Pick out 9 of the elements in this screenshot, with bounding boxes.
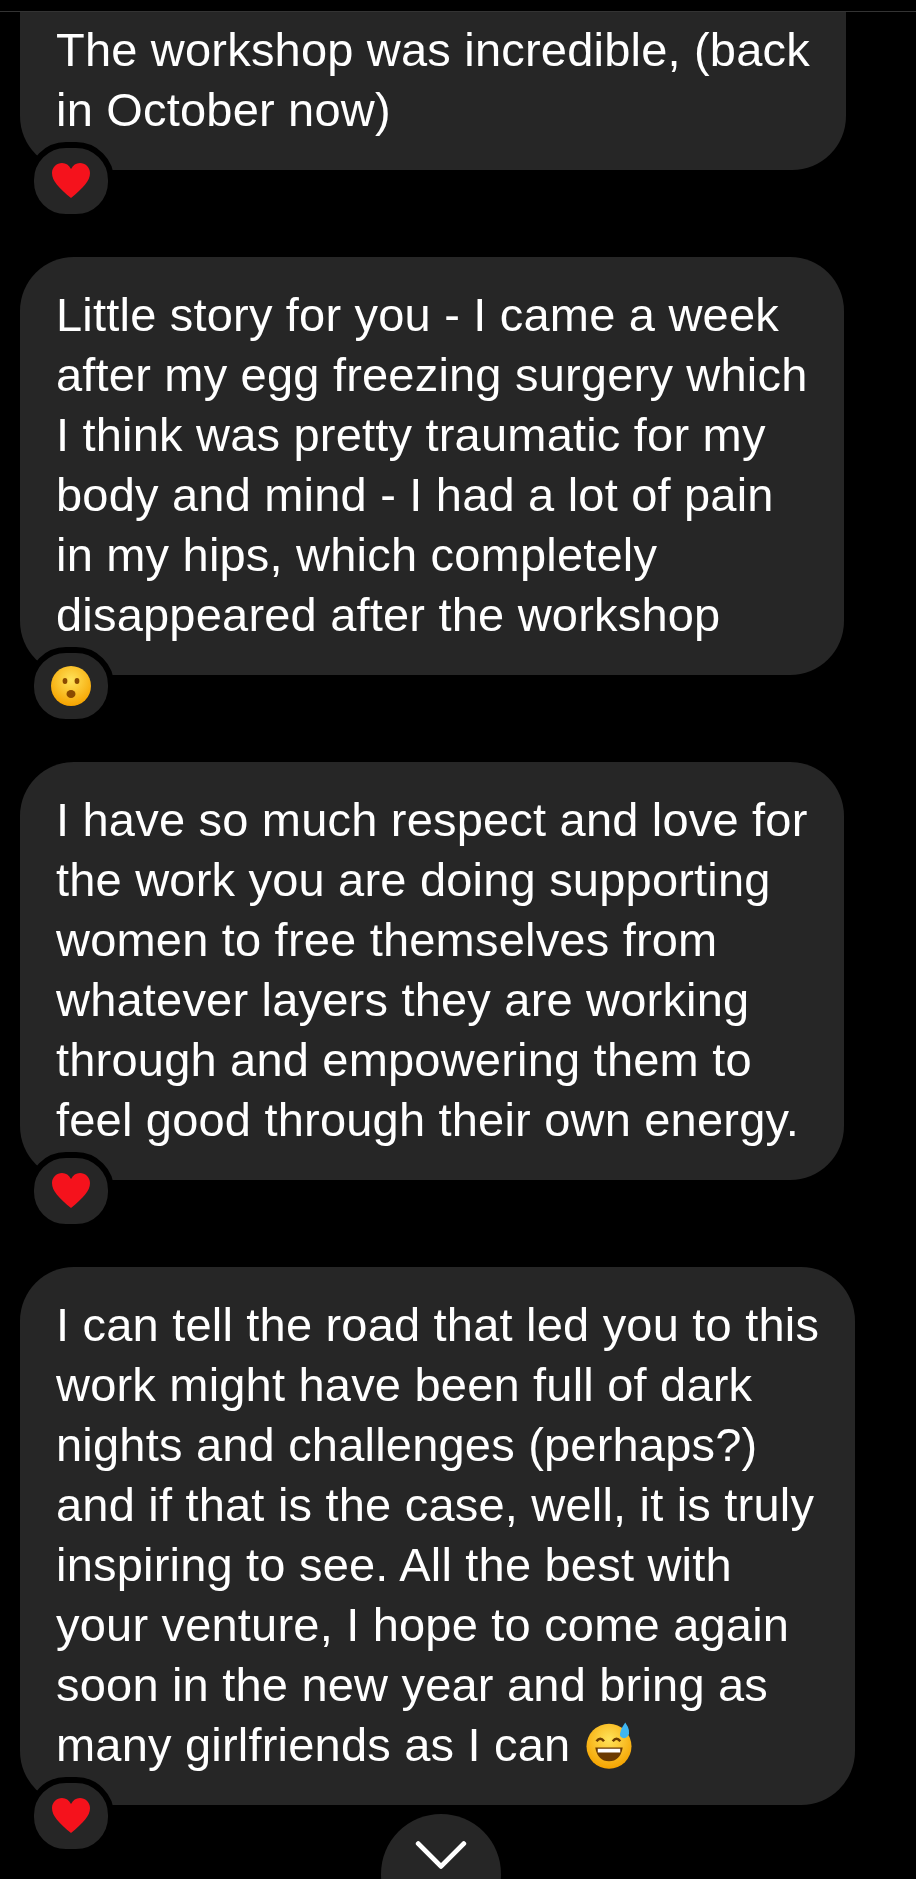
message-text: I have so much respect and love for the work you are doing supporting women to free themselves from whatever layers they are working through and empowering them to feel good through their own energy. <box>56 792 808 1148</box>
chevron-down-icon <box>415 1840 467 1870</box>
surprised-face-icon <box>51 666 91 706</box>
heart-icon <box>51 1798 91 1834</box>
message-text: The workshop was incredible, (back in October now) <box>56 22 810 138</box>
heart-icon <box>51 163 91 199</box>
message-text: many girlfriends as I can <box>56 1717 571 1773</box>
heart-icon <box>51 1173 91 1209</box>
message-text: Little story for you - I came a week after my egg freezing surgery which I think was pretty traumatic for my body and mind - I had a lot of pain in my hips, which completely disappeared after the workshop <box>56 287 808 643</box>
